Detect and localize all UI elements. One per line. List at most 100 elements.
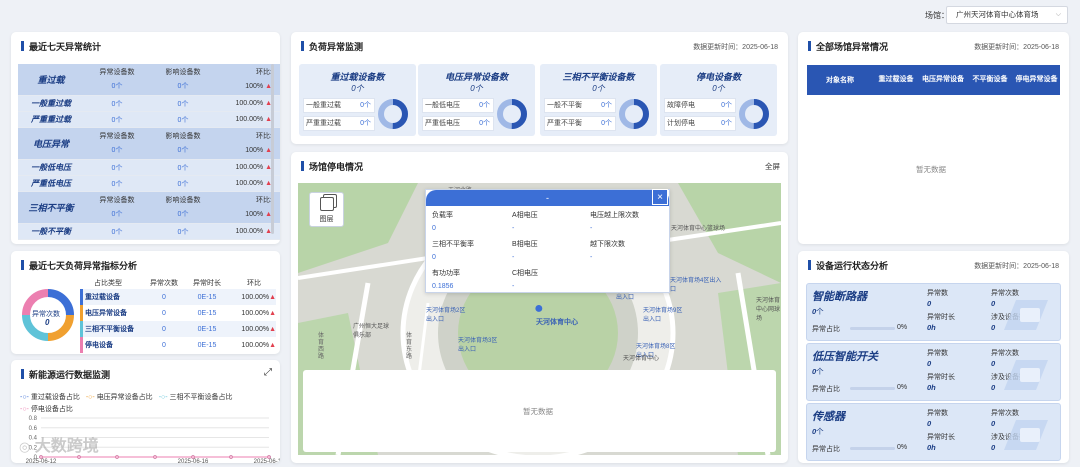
- ratio7-card: 最近七天负荷异常指标分析 异常次数 0 占比类型 异常次数 异常时长 环比 重过…: [11, 251, 280, 354]
- progress-bar: [850, 327, 895, 330]
- scrollbar[interactable]: [271, 64, 274, 234]
- up-arrow-icon: ▲: [269, 325, 276, 333]
- panel-value: 0个: [592, 84, 605, 93]
- load-panel: 三相不平衡设备数 0个 一般不平衡 0个 严重不平衡 0个: [540, 64, 657, 136]
- data-point[interactable]: [39, 455, 43, 459]
- panel-row: 一般低电压 0个: [422, 98, 494, 113]
- up-arrow-icon: ▲: [269, 293, 276, 301]
- panel-donut: [378, 99, 408, 129]
- device-illustration-icon: [1004, 420, 1048, 450]
- panel-donut: [739, 99, 769, 129]
- fullscreen-button[interactable]: 全屏: [765, 161, 780, 172]
- load-panel: 停电设备数 0个故障停电 0个 计划停电 0个: [660, 64, 777, 136]
- popup-field: C相电压 -: [512, 270, 539, 290]
- load-panel: 电压异常设备数 0个一般低电压 0个 严重低电压 0个: [418, 64, 535, 136]
- legend-item[interactable]: -○- 停电设备占比: [20, 404, 73, 414]
- venues-card: 全部场馆异常情况 数据更新时间：2025-06-18 对象名称 重过载设备 电压…: [798, 32, 1069, 244]
- popup-header: -: [426, 190, 669, 206]
- ratio7-title: 最近七天负荷异常指标分析: [21, 259, 137, 272]
- device-card[interactable]: 传感器 0个 异常占比 0% 异常数 0 异常次数 0 异常时长 0h 涉及设备数 0: [806, 403, 1061, 461]
- outage-title: 场馆停电情况: [301, 160, 363, 173]
- close-icon[interactable]: ×: [652, 189, 668, 205]
- up-arrow-icon: ▲: [269, 309, 276, 317]
- legend-item[interactable]: -○- 重过载设备占比: [20, 392, 80, 402]
- device-name: 低压智能开关: [812, 351, 878, 363]
- watermark: ◎ 大数跨境: [19, 438, 99, 455]
- popup-field: 电压越上限次数 -: [590, 212, 639, 232]
- newenergy-title: 新能源运行数据监测: [21, 368, 110, 381]
- venues-title: 全部场馆异常情况: [808, 40, 888, 53]
- ratio-row: 停电设备 0 0E-15 100.00%▲: [80, 337, 276, 353]
- panel-row: 计划停电 0个: [664, 116, 736, 131]
- y-tick-label: 0.8: [29, 416, 38, 422]
- popup-field: 有功功率 0.1856: [432, 270, 460, 290]
- map-pin-icon[interactable]: ●: [534, 300, 544, 318]
- panel-value: 0个: [712, 84, 725, 93]
- device-count: 0个: [812, 427, 824, 436]
- device-name: 传感器: [812, 411, 845, 423]
- device-count: 0个: [812, 307, 824, 316]
- outage-detail-panel: 暂无数据: [303, 370, 776, 452]
- ratio-row: 电压异常设备 0 0E-15 100.00%▲: [80, 305, 276, 321]
- venue-select[interactable]: 广州天河体育中心体育场 ⌵: [946, 6, 1068, 24]
- map-label: 天河体育场3区出入口: [458, 338, 498, 353]
- empty-text: 暂无数据: [523, 407, 553, 416]
- panel-row: 严重重过载 0个: [303, 116, 375, 131]
- update-time: 数据更新时间：2025-06-18: [974, 263, 1059, 270]
- stats-group-voltage: 电压异常 异常设备数 0个 影响设备数 0个 环比: 100% ▲ 一般低电压 0个 0个…: [18, 128, 280, 192]
- data-point[interactable]: [229, 455, 233, 459]
- ratio-row: 三相不平衡设备 0 0E-15 100.00%▲: [80, 321, 276, 337]
- panel-value: 0个: [470, 84, 483, 93]
- map-popup: - 负载率 0 A相电压 - 电压越上限次数 - 三相不平衡率 0 B相电压 - 越下限次数 - 有功功…: [425, 189, 670, 293]
- stats-group-header: 重过载 异常设备数 0个 影响设备数 0个 环比: 100% ▲: [18, 64, 280, 96]
- layer-button[interactable]: 图层: [309, 192, 344, 227]
- legend-marker-icon: -○-: [158, 394, 168, 401]
- data-point[interactable]: [191, 455, 195, 459]
- devices-title: 设备运行状态分析: [808, 259, 888, 272]
- popup-field: B相电压 -: [512, 241, 538, 261]
- load-panel: 重过载设备数 0个 一般重过载 0个 严重重过载 0个: [299, 64, 416, 136]
- map-label: 天河体育场2区出入口: [426, 308, 466, 323]
- road-label: 体育西路: [318, 333, 325, 360]
- device-card[interactable]: 低压智能开关 0个 异常占比 0% 异常数 0 异常次数 0 异常时长 0h 涉及设备数 0: [806, 343, 1061, 401]
- stats-row: 严重重过载 0个 0个 100.00% ▲: [18, 112, 280, 128]
- top-bar: 场馆： 广州天河体育中心体育场 ⌵: [0, 0, 1080, 30]
- legend-marker-icon: -○-: [85, 394, 95, 401]
- data-point[interactable]: [115, 455, 119, 459]
- x-tick-label: 2025-06-16: [178, 459, 209, 463]
- ratio-row: 重过载设备 0 0E-15 100.00%▲: [80, 289, 276, 305]
- data-point[interactable]: [267, 455, 271, 459]
- panel-donut: [497, 99, 527, 129]
- panel-row: 严重不平衡 0个: [544, 116, 616, 131]
- map-label: 天河体育中心: [623, 356, 660, 362]
- popup-field: 越下限次数 -: [590, 241, 625, 261]
- panel-row: 故障停电 0个: [664, 98, 736, 113]
- panel-row: 一般不平衡 0个: [544, 98, 616, 113]
- device-card[interactable]: 智能断路器 0个 异常占比 0% 异常数 0 异常次数 0 异常时长 0h 涉及设备数 0: [806, 283, 1061, 341]
- panel-donut: [619, 99, 649, 129]
- x-tick-label: 2025-06-18: [254, 459, 280, 463]
- legend-item[interactable]: -○- 三相不平衡设备占比: [159, 392, 233, 402]
- device-name: 智能断路器: [812, 291, 867, 303]
- legend-marker-icon: -○-: [20, 394, 29, 401]
- venues-table-header: 对象名称 重过载设备 电压异常设备 不平衡设备 停电异常设备: [807, 65, 1060, 95]
- panel-value: 0个: [351, 84, 364, 93]
- expand-icon[interactable]: ⤢: [264, 367, 272, 378]
- layers-icon: [319, 197, 334, 211]
- panel-title: 电压异常设备数: [444, 72, 508, 82]
- stats-group-overload: 重过载 异常设备数 0个 影响设备数 0个 环比: 100% ▲ 一般重过载 0个 0个 1…: [18, 64, 280, 128]
- panel-row: 严重低电压 0个: [422, 116, 494, 131]
- panel-title: 停电设备数: [695, 72, 741, 82]
- donut-value: 0: [45, 318, 50, 327]
- group-name: 重过载: [37, 75, 65, 85]
- layer-label: 图层: [319, 216, 334, 223]
- ratio-table: 占比类型 异常次数 异常时长 环比 重过载设备 0 0E-15 100.00%▲ 电压异…: [80, 277, 276, 353]
- road-label: 体育东路: [406, 333, 413, 360]
- chevron-down-icon: ⌵: [1055, 11, 1061, 18]
- update-time: 数据更新时间：2025-06-18: [974, 44, 1059, 51]
- data-point[interactable]: [77, 455, 81, 459]
- legend-item[interactable]: -○- 电压异常设备占比: [86, 392, 153, 402]
- map-center-label: 天河体育中心: [536, 319, 578, 326]
- y-tick-label: 0.6: [29, 426, 38, 432]
- data-point[interactable]: [153, 455, 157, 459]
